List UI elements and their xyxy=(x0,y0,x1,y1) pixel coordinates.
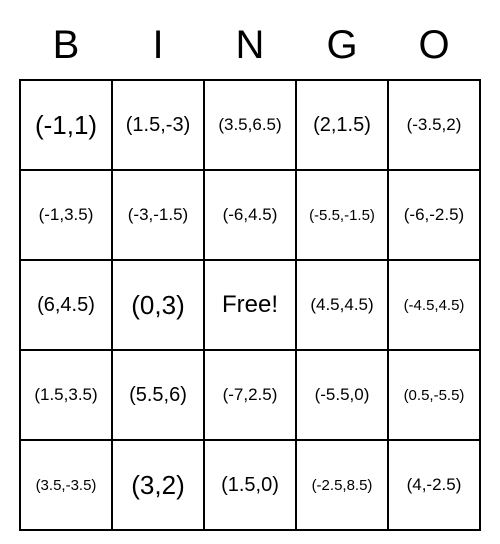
bingo-cell[interactable]: (-4.5,4.5) xyxy=(388,260,480,350)
bingo-cell[interactable]: (0,3) xyxy=(112,260,204,350)
bingo-cell[interactable]: (-6,-2.5) xyxy=(388,170,480,260)
header-n: N xyxy=(204,20,296,80)
bingo-cell[interactable]: (-6,4.5) xyxy=(204,170,296,260)
bingo-cell[interactable]: (5.5,6) xyxy=(112,350,204,440)
bingo-cell[interactable]: (-1,3.5) xyxy=(20,170,112,260)
bingo-cell[interactable]: (0.5,-5.5) xyxy=(388,350,480,440)
bingo-cell[interactable]: (6,4.5) xyxy=(20,260,112,350)
bingo-row: (1.5,3.5) (5.5,6) (-7,2.5) (-5.5,0) (0.5… xyxy=(20,350,480,440)
bingo-row: (-1,1) (1.5,-3) (3.5,6.5) (2,1.5) (-3.5,… xyxy=(20,80,480,170)
bingo-header-row: B I N G O xyxy=(20,20,480,80)
bingo-row: (6,4.5) (0,3) Free! (4.5,4.5) (-4.5,4.5) xyxy=(20,260,480,350)
bingo-cell[interactable]: (-7,2.5) xyxy=(204,350,296,440)
bingo-cell[interactable]: (4,-2.5) xyxy=(388,440,480,530)
bingo-cell[interactable]: (-5.5,0) xyxy=(296,350,388,440)
bingo-card: B I N G O (-1,1) (1.5,-3) (3.5,6.5) (2,1… xyxy=(19,20,481,531)
bingo-cell[interactable]: (4.5,4.5) xyxy=(296,260,388,350)
header-i: I xyxy=(112,20,204,80)
bingo-cell[interactable]: (2,1.5) xyxy=(296,80,388,170)
bingo-row: (-1,3.5) (-3,-1.5) (-6,4.5) (-5.5,-1.5) … xyxy=(20,170,480,260)
bingo-cell[interactable]: (-1,1) xyxy=(20,80,112,170)
bingo-cell[interactable]: (3,2) xyxy=(112,440,204,530)
bingo-cell[interactable]: (1.5,0) xyxy=(204,440,296,530)
bingo-cell[interactable]: (1.5,3.5) xyxy=(20,350,112,440)
bingo-cell[interactable]: (3.5,-3.5) xyxy=(20,440,112,530)
bingo-free-cell[interactable]: Free! xyxy=(204,260,296,350)
bingo-row: (3.5,-3.5) (3,2) (1.5,0) (-2.5,8.5) (4,-… xyxy=(20,440,480,530)
bingo-cell[interactable]: (-3,-1.5) xyxy=(112,170,204,260)
header-b: B xyxy=(20,20,112,80)
header-o: O xyxy=(388,20,480,80)
bingo-cell[interactable]: (1.5,-3) xyxy=(112,80,204,170)
bingo-cell[interactable]: (-2.5,8.5) xyxy=(296,440,388,530)
bingo-cell[interactable]: (-3.5,2) xyxy=(388,80,480,170)
bingo-cell[interactable]: (3.5,6.5) xyxy=(204,80,296,170)
bingo-cell[interactable]: (-5.5,-1.5) xyxy=(296,170,388,260)
header-g: G xyxy=(296,20,388,80)
